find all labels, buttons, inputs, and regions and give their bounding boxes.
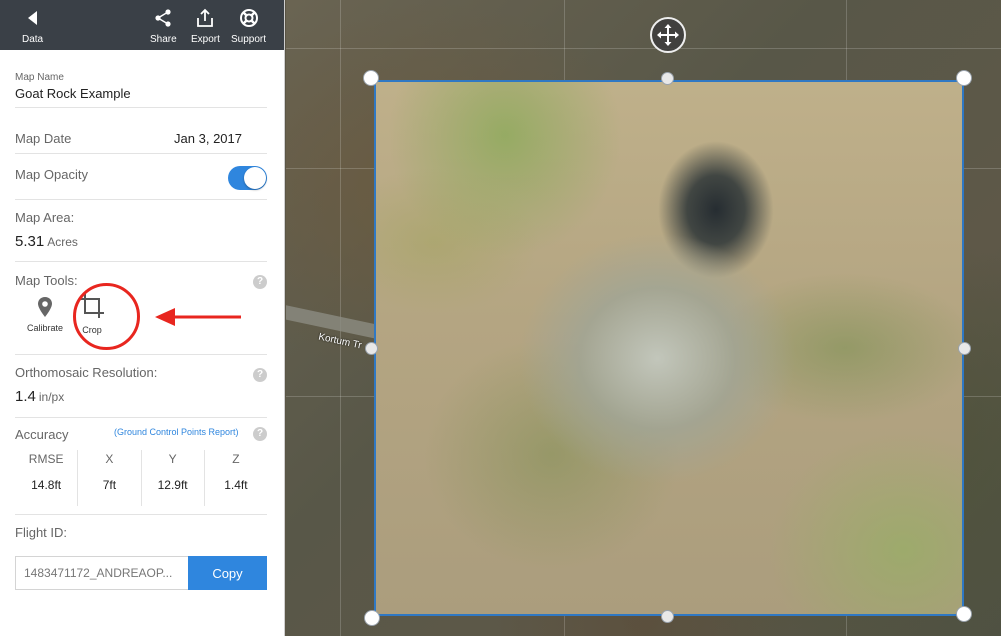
map-tools-label: Map Tools: xyxy=(15,273,78,288)
crop-icon xyxy=(80,294,104,318)
ortho-help-icon[interactable]: ? xyxy=(253,368,267,382)
crop-handle-top[interactable] xyxy=(661,72,674,85)
accuracy-header: RMSE xyxy=(28,452,64,466)
accuracy-col-x: X 7ft xyxy=(77,450,140,506)
copy-button[interactable]: Copy xyxy=(188,556,267,590)
accuracy-value: 14.8ft xyxy=(31,478,62,492)
crop-handle-top-left[interactable] xyxy=(363,70,379,86)
share-icon xyxy=(155,9,171,27)
accuracy-help-icon[interactable]: ? xyxy=(253,427,267,441)
back-to-data-button[interactable]: Data xyxy=(22,8,43,45)
gcp-report-link[interactable]: (Ground Control Points Report) xyxy=(114,427,239,437)
accuracy-value: 12.9ft xyxy=(157,478,188,492)
back-arrow-icon xyxy=(27,11,37,25)
ortho-value-wrap: 1.4 in/px xyxy=(15,388,64,405)
accuracy-col-z: Z 1.4ft xyxy=(203,450,267,506)
calibrate-label: Calibrate xyxy=(27,323,64,333)
accuracy-table: RMSE 14.8ft X 7ft Y 12.9ft Z 1.4ft xyxy=(15,450,267,506)
export-icon xyxy=(197,8,214,27)
map-opacity-label: Map Opacity xyxy=(15,167,88,182)
crop-handle-bottom-left[interactable] xyxy=(364,610,380,626)
map-name-section: Map Name Goat Rock Example xyxy=(15,60,267,108)
accuracy-value: 7ft xyxy=(102,478,117,492)
map-name-value[interactable]: Goat Rock Example xyxy=(15,86,131,101)
map-area-section: Map Area: 5.31 Acres xyxy=(15,200,267,262)
pin-icon xyxy=(38,297,53,317)
map-date-section: Map Date Jan 3, 2017 xyxy=(15,108,267,154)
accuracy-col-rmse: RMSE 14.8ft xyxy=(15,450,77,506)
flight-id-section: Flight ID: Copy xyxy=(15,515,267,625)
accuracy-header: Z xyxy=(232,452,240,466)
share-button[interactable]: Share xyxy=(150,8,177,45)
sidebar: Data Share Export Support Map Name Goat … xyxy=(0,0,285,636)
map-opacity-section: Map Opacity xyxy=(15,154,267,200)
accuracy-header: X xyxy=(105,452,114,466)
accuracy-value: 1.4ft xyxy=(224,478,248,492)
orthomosaic-overlay[interactable] xyxy=(374,80,964,616)
map-area-unit: Acres xyxy=(47,235,78,249)
move-arrows-icon xyxy=(657,24,679,46)
support-button[interactable]: Support xyxy=(231,8,266,45)
top-toolbar: Data Share Export Support xyxy=(0,0,284,50)
ortho-resolution-section: Orthomosaic Resolution: ? 1.4 in/px xyxy=(15,355,267,418)
share-label: Share xyxy=(150,34,177,45)
toggle-knob xyxy=(244,167,266,189)
map-date-value: Jan 3, 2017 xyxy=(174,131,242,146)
ortho-resolution-label: Orthomosaic Resolution: xyxy=(15,365,158,380)
map-opacity-toggle[interactable] xyxy=(228,166,267,190)
flight-id-field[interactable] xyxy=(15,556,188,590)
flight-id-label: Flight ID: xyxy=(15,525,68,540)
accuracy-label: Accuracy xyxy=(15,427,69,442)
map-grid-line xyxy=(286,48,1001,49)
ortho-resolution-value: 1.4 xyxy=(15,388,36,405)
accuracy-col-y: Y 12.9ft xyxy=(140,450,204,506)
accuracy-section: Accuracy (Ground Control Points Report) … xyxy=(15,418,267,515)
map-name-label: Map Name xyxy=(15,72,64,83)
data-label: Data xyxy=(22,34,44,45)
map-tools-section: Map Tools: ? Calibrate Crop xyxy=(15,262,267,355)
map-canvas[interactable]: Kortum Tr xyxy=(286,0,1001,636)
crop-handle-top-right[interactable] xyxy=(956,70,972,86)
lifebuoy-icon xyxy=(239,9,258,27)
ortho-resolution-unit: in/px xyxy=(38,390,65,404)
map-area-value-wrap: 5.31 Acres xyxy=(15,233,78,250)
map-area-value: 5.31 xyxy=(15,233,45,250)
crop-handle-right[interactable] xyxy=(958,342,971,355)
map-area-label: Map Area: xyxy=(15,210,75,225)
crop-label: Crop xyxy=(82,325,102,335)
calibrate-tool-button[interactable]: Calibrate xyxy=(27,296,63,333)
move-overlay-button[interactable] xyxy=(650,17,686,53)
accuracy-header: Y xyxy=(168,452,177,466)
crop-handle-bottom-right[interactable] xyxy=(956,606,972,622)
export-button[interactable]: Export xyxy=(191,8,220,45)
crop-handle-left[interactable] xyxy=(365,342,378,355)
export-label: Export xyxy=(191,34,220,45)
support-label: Support xyxy=(231,34,267,45)
crop-tool-button[interactable]: Crop xyxy=(78,292,106,335)
crop-handle-bottom[interactable] xyxy=(661,610,674,623)
map-tools-help-icon[interactable]: ? xyxy=(253,275,267,289)
map-date-label: Map Date xyxy=(15,131,72,146)
